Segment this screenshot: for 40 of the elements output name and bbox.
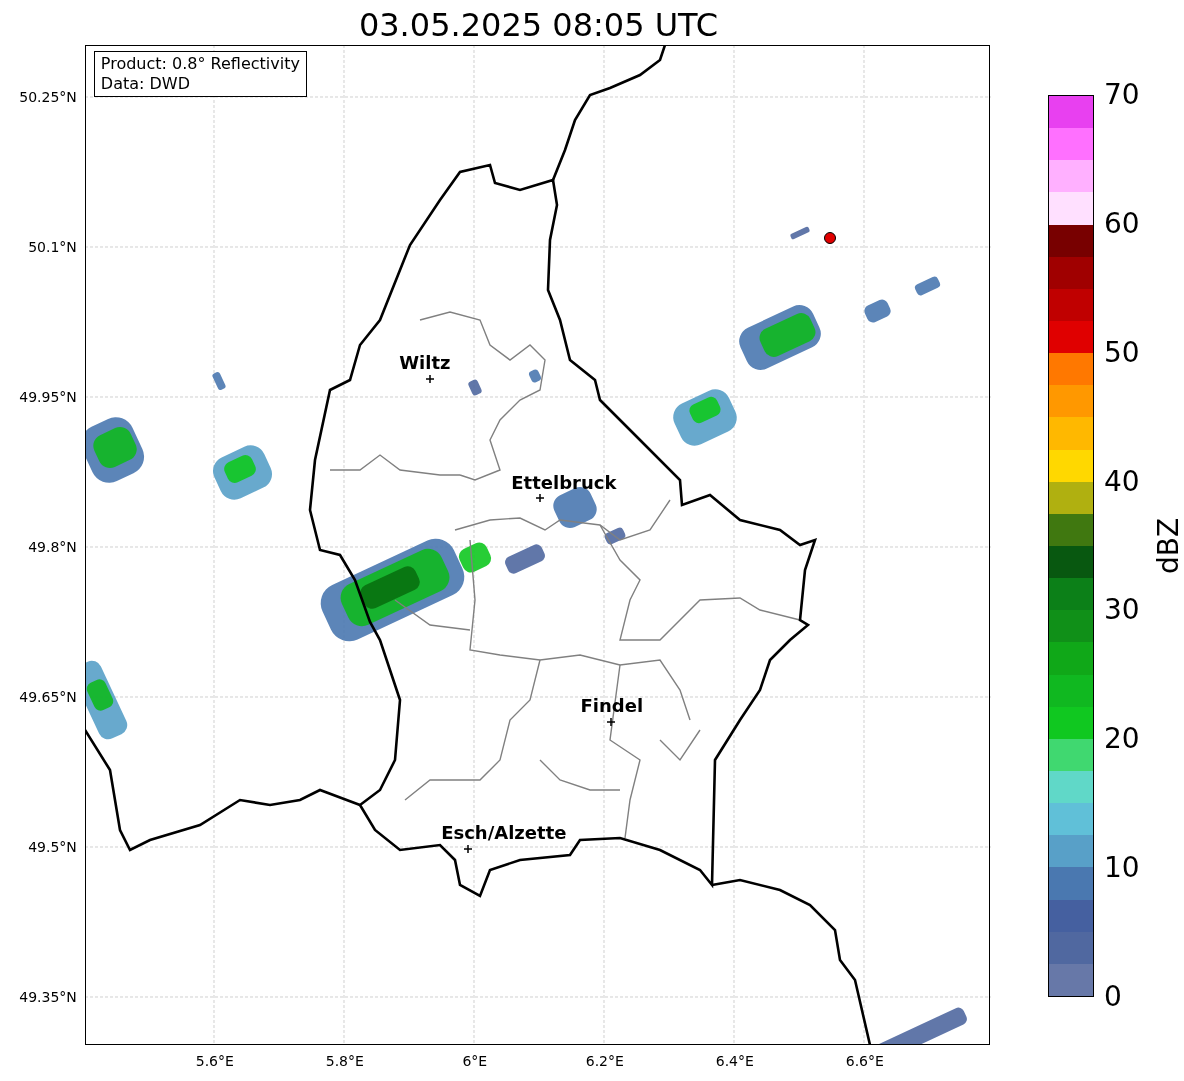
colorbar-tick-label: 60	[1104, 208, 1140, 239]
longitude-tick-label: 6°E	[462, 1053, 488, 1069]
info-text: Product: 0.8° Reflectivity	[100, 54, 300, 74]
colorbar-tick-label: 70	[1104, 80, 1140, 110]
chart-title: 03.05.2025 08:05 UTC	[358, 5, 719, 45]
colorbar-label: dBZ	[1154, 517, 1184, 575]
latitude-tick-label: 50.25°N	[19, 89, 77, 105]
city-marker-icon	[606, 718, 615, 726]
latitude-tick-label: 49.95°N	[19, 389, 77, 405]
latitude-tick-label: 49.65°N	[19, 689, 77, 705]
latitude-tick-label: 50.1°N	[28, 239, 77, 255]
latitude-tick-label: 49.8°N	[28, 539, 77, 555]
longitude-tick-label: 6.4°E	[715, 1053, 754, 1069]
longitude-tick-label: 6.2°E	[585, 1053, 624, 1069]
longitude-tick-label: 5.8°E	[325, 1053, 364, 1069]
radar-echo	[789, 226, 811, 240]
city-label: Esch/Alzette	[441, 823, 567, 843]
city-label: Wiltz	[399, 353, 451, 373]
latitude-tick-label: 49.5°N	[28, 839, 77, 855]
radar-echo	[527, 368, 542, 384]
radar-echo	[603, 526, 627, 546]
colorbar-tick-label: 20	[1104, 724, 1140, 755]
city-marker-icon	[535, 494, 544, 502]
city-label: Findel	[580, 696, 644, 716]
colorbar-tick-label: 30	[1104, 595, 1140, 626]
colorbar-tick-label: 50	[1104, 337, 1140, 368]
colorbar-tick-label: 40	[1104, 466, 1140, 497]
longitude-tick-label: 5.6°E	[195, 1053, 234, 1069]
info-text: Data: DWD	[100, 74, 191, 94]
canton-border-line	[659, 729, 701, 762]
city-marker-icon	[425, 375, 434, 383]
city-label: Ettelbruck	[511, 473, 617, 493]
radar-echo	[467, 378, 483, 397]
latitude-tick-label: 49.35°N	[19, 989, 77, 1005]
colorbar-tick-label: 0	[1104, 982, 1122, 1012]
city-marker-icon	[463, 845, 472, 853]
colorbar-tick-label: 10	[1104, 853, 1140, 884]
longitude-tick-label: 6.6°E	[845, 1053, 884, 1069]
location-marker-icon	[822, 231, 837, 245]
radar-echo	[211, 371, 227, 391]
